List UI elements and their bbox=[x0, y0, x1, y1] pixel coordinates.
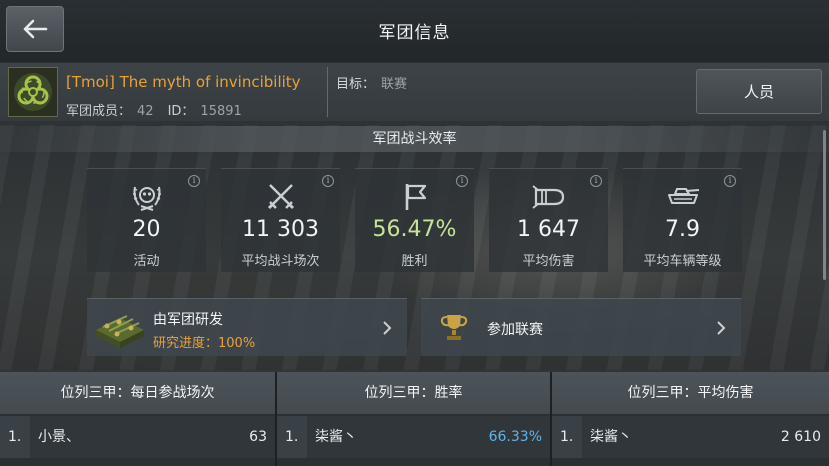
header-divider bbox=[327, 67, 328, 117]
crossed-swords-icon bbox=[267, 184, 294, 210]
efficiency-section-title: 军团战斗效率 bbox=[0, 126, 829, 152]
goal-label: 目标： bbox=[336, 77, 376, 92]
stat-value: 7.9 bbox=[665, 217, 700, 242]
ranking-avg-damage: 位列三甲：平均伤害 1. 柒酱丶 2 610 bbox=[552, 372, 829, 466]
clan-info: 军团成员： 42 ID： 15891 bbox=[66, 100, 256, 119]
ranking-win-rate: 位列三甲：胜率 1. 柒酱丶 66.33% bbox=[277, 372, 550, 466]
rank-position: 1. bbox=[277, 416, 307, 458]
stat-card-avg-damage: i 1 647 平均伤害 bbox=[489, 168, 608, 272]
player-value: 66.33% bbox=[488, 429, 542, 445]
shell-icon bbox=[531, 185, 564, 209]
stat-label: 活动 bbox=[133, 254, 160, 269]
stat-label: 平均战斗场次 bbox=[241, 254, 320, 269]
player-value: 63 bbox=[249, 429, 267, 445]
chevron-right-icon bbox=[717, 321, 726, 335]
stat-card-avg-tier: i 7.9 平均车辆等级 bbox=[623, 168, 742, 272]
player-name: 柒酱丶 bbox=[315, 429, 357, 445]
stat-label: 胜利 bbox=[401, 254, 428, 269]
ranking-title: 位列三甲：胜率 bbox=[277, 372, 550, 414]
scrollbar[interactable] bbox=[823, 130, 826, 280]
members-label: 军团成员： bbox=[66, 104, 132, 119]
research-title: 由军团研发 bbox=[153, 312, 223, 328]
league-title: 参加联赛 bbox=[487, 322, 543, 338]
player-value: 2 610 bbox=[780, 429, 821, 445]
chevron-right-icon bbox=[383, 321, 392, 335]
stat-card-victories: i 56.47% 胜利 bbox=[355, 168, 474, 272]
player-name: 柒酱丶 bbox=[590, 429, 632, 445]
stat-label: 平均伤害 bbox=[522, 254, 575, 269]
tank-icon bbox=[667, 188, 699, 204]
members-count: 42 bbox=[137, 104, 154, 119]
rank-position: 1. bbox=[0, 416, 30, 458]
league-panel[interactable]: 参加联赛 bbox=[421, 298, 741, 356]
stat-value: 20 bbox=[132, 217, 161, 242]
members-button[interactable]: 人员 bbox=[696, 69, 822, 114]
stat-card-activity: i 20 活动 bbox=[87, 168, 206, 272]
clan-header: [Tmoi] The myth of invincibility 军团成员： 42… bbox=[0, 63, 829, 121]
page-title: 军团信息 bbox=[378, 23, 451, 43]
id-label: ID： bbox=[167, 104, 195, 119]
stat-value: 1 647 bbox=[517, 217, 580, 242]
player-name: 小景、 bbox=[38, 429, 80, 445]
research-panel[interactable]: 由军团研发 研究进度：100% bbox=[87, 298, 407, 356]
clan-name: [Tmoi] The myth of invincibility bbox=[66, 73, 301, 91]
clan-emblem[interactable] bbox=[8, 67, 58, 117]
research-progress: 研究进度：100% bbox=[153, 336, 256, 351]
top-bar: 军团信息 bbox=[0, 0, 829, 62]
stat-value: 11 303 bbox=[242, 217, 319, 242]
flag-icon bbox=[405, 184, 426, 210]
rank-position: 1. bbox=[552, 416, 582, 458]
stat-card-avg-battles: i 11 303 平均战斗场次 bbox=[221, 168, 340, 272]
stat-value: 56.47% bbox=[372, 217, 457, 242]
goal-value: 联赛 bbox=[381, 77, 408, 92]
supply-crate-icon bbox=[96, 315, 144, 348]
skull-wreath-icon bbox=[132, 186, 161, 211]
table-row[interactable]: 1. 小景、 63 bbox=[0, 416, 275, 458]
clan-id: 15891 bbox=[200, 104, 242, 119]
ranking-title: 位列三甲：平均伤害 bbox=[552, 372, 829, 414]
ranking-daily-battles: 位列三甲：每日参战场次 1. 小景、 63 bbox=[0, 372, 275, 466]
table-row[interactable]: 1. 柒酱丶 66.33% bbox=[277, 416, 550, 458]
stat-label: 平均车辆等级 bbox=[643, 254, 722, 269]
trophy-icon bbox=[440, 315, 468, 340]
biohazard-icon bbox=[14, 73, 52, 111]
table-row[interactable]: 1. 柒酱丶 2 610 bbox=[552, 416, 829, 458]
ranking-title: 位列三甲：每日参战场次 bbox=[0, 372, 275, 414]
